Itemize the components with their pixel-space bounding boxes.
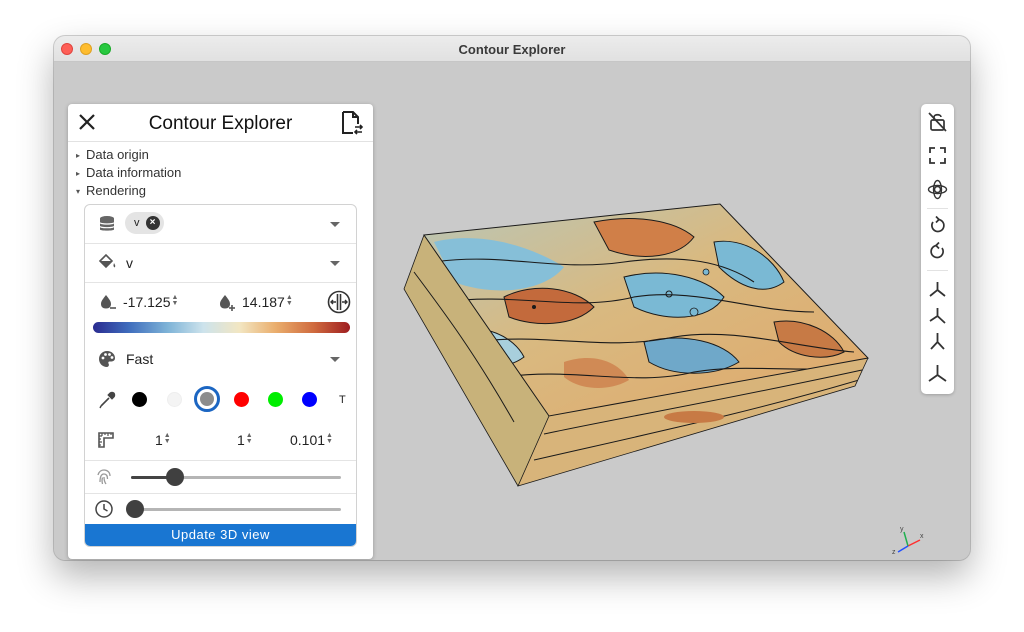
- contour-color-picker: T: [85, 381, 356, 419]
- preset-value: Fast: [126, 351, 154, 367]
- lock-off-icon[interactable]: [926, 110, 949, 133]
- svg-text:x: x: [920, 533, 924, 540]
- fullscreen-icon[interactable]: [926, 144, 949, 167]
- droplet-minus-icon: [101, 295, 116, 309]
- color-by-value: v: [126, 255, 133, 271]
- stepper-icon[interactable]: ▲ ▼: [171, 294, 178, 307]
- array-select[interactable]: v ×: [85, 205, 356, 243]
- view-iso-icon[interactable]: [926, 362, 949, 385]
- app-window: Contour Explorer x y z Contour Explorer …: [54, 36, 970, 560]
- panel-title: Contour Explorer: [148, 113, 293, 134]
- contour-explorer-panel: Contour Explorer ▸ Data origin ▸ Data info…: [68, 104, 373, 559]
- rotate-left-icon[interactable]: [926, 214, 949, 237]
- view-z-icon[interactable]: [926, 330, 949, 353]
- time-slider-row: [85, 494, 356, 524]
- text-color-toggle[interactable]: T: [339, 394, 346, 406]
- svg-text:z: z: [892, 549, 896, 556]
- window-title: Contour Explorer: [458, 42, 566, 57]
- panel-header: Contour Explorer: [68, 104, 373, 142]
- line-width-input[interactable]: 1▲ ▼: [237, 432, 253, 448]
- opacity-input[interactable]: 0.101▲ ▼: [290, 432, 333, 448]
- update-3d-view-button[interactable]: Update 3D view: [85, 524, 356, 546]
- reset-range-icon[interactable]: [327, 290, 351, 314]
- file-swap-icon[interactable]: [340, 110, 364, 136]
- expand-arrow-icon: ▸: [76, 151, 81, 160]
- palette-icon: [99, 351, 115, 367]
- stepper-icon[interactable]: ▲ ▼: [246, 432, 253, 445]
- ruler-icon: [98, 432, 114, 448]
- chevron-down-icon[interactable]: [330, 357, 340, 362]
- color-by-select[interactable]: v: [85, 244, 356, 282]
- rotate-right-icon[interactable]: [926, 240, 949, 263]
- rendering-card: v × v -17.125▲ ▼ 14.187▲ ▼ Fast T 1▲ ▼ 1…: [84, 204, 357, 547]
- array-chip[interactable]: v ×: [125, 212, 164, 234]
- time-slider-track[interactable]: [131, 508, 341, 511]
- resolution-slider-row: [85, 461, 356, 493]
- contour-count-input[interactable]: 1▲ ▼: [155, 432, 171, 448]
- section-data-information[interactable]: ▸ Data information: [76, 165, 181, 180]
- swatch-gray-selected[interactable]: [194, 386, 220, 412]
- time-slider-thumb[interactable]: [126, 500, 144, 518]
- swatch-black[interactable]: [132, 392, 147, 407]
- stepper-icon[interactable]: ▲ ▼: [326, 432, 333, 445]
- fingerprint-icon: [97, 469, 111, 485]
- droplet-plus-icon: [220, 295, 235, 311]
- view-toolbar: [921, 104, 954, 394]
- section-rendering[interactable]: ▾ Rendering: [76, 183, 146, 198]
- preset-select[interactable]: Fast: [85, 341, 356, 379]
- stepper-icon[interactable]: ▲ ▼: [164, 432, 171, 445]
- section-data-origin[interactable]: ▸ Data origin: [76, 147, 149, 162]
- eyedropper-icon[interactable]: [98, 391, 116, 409]
- toolbar-divider: [927, 270, 948, 271]
- 3d-viewport[interactable]: x y z Contour Explorer ▸ Data origin ▸ D…: [54, 62, 970, 560]
- database-icon: [99, 216, 115, 231]
- rotate-interaction-icon[interactable]: [926, 178, 949, 201]
- chevron-down-icon[interactable]: [330, 261, 340, 266]
- svg-text:y: y: [900, 526, 904, 533]
- expand-arrow-icon: ▸: [76, 169, 81, 178]
- title-bar: Contour Explorer: [54, 36, 970, 62]
- swatch-blue[interactable]: [302, 392, 317, 407]
- clock-icon: [95, 500, 113, 518]
- color-range-row: -17.125▲ ▼ 14.187▲ ▼: [85, 283, 356, 341]
- contour-params-row: 1▲ ▼ 1▲ ▼ 0.101▲ ▼: [85, 423, 356, 459]
- stepper-icon[interactable]: ▲ ▼: [286, 294, 293, 307]
- orientation-axes-icon: x y z: [892, 526, 924, 556]
- resolution-slider-thumb[interactable]: [166, 468, 185, 486]
- view-x-icon[interactable]: [926, 278, 949, 301]
- view-y-icon[interactable]: [926, 304, 949, 327]
- swatch-red[interactable]: [234, 392, 249, 407]
- chevron-down-icon[interactable]: [330, 222, 340, 227]
- range-max-input[interactable]: 14.187▲ ▼: [242, 294, 293, 310]
- swatch-white[interactable]: [167, 392, 182, 407]
- colormap-bar: [93, 322, 350, 333]
- paint-bucket-icon: [98, 253, 116, 269]
- collapse-arrow-icon: ▾: [76, 187, 81, 196]
- remove-chip-icon[interactable]: ×: [145, 216, 160, 230]
- swatch-green[interactable]: [268, 392, 283, 407]
- range-min-input[interactable]: -17.125▲ ▼: [123, 294, 178, 310]
- contour-3d-surface[interactable]: [394, 202, 874, 502]
- toolbar-divider: [927, 208, 948, 209]
